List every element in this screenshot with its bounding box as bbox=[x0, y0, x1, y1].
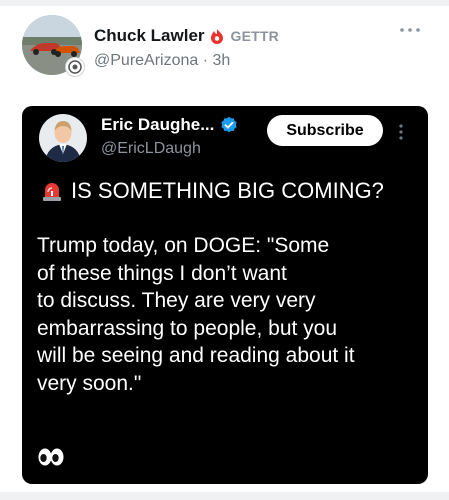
avatar-badge-icon bbox=[65, 57, 85, 77]
author-handle[interactable]: @PureArizona bbox=[94, 52, 198, 69]
author-name-row[interactable]: Chuck Lawler GETTR bbox=[94, 26, 279, 46]
platform-tag: GETTR bbox=[230, 28, 279, 44]
more-options-button[interactable] bbox=[398, 22, 422, 38]
ellipsis-icon bbox=[400, 28, 420, 32]
subscribe-button: Subscribe bbox=[267, 115, 383, 146]
author-name[interactable]: Chuck Lawler bbox=[94, 26, 205, 46]
author-meta: @PureArizona · 3h bbox=[94, 52, 230, 70]
eyes-emoji-icon bbox=[37, 446, 65, 473]
verified-badge-icon bbox=[220, 116, 238, 134]
alert-text: IS SOMETHING BIG COMING? bbox=[71, 178, 384, 203]
embedded-author-handle: @EricLDaugh bbox=[101, 140, 201, 157]
siren-icon bbox=[41, 180, 63, 202]
embedded-more-icon bbox=[396, 122, 406, 142]
embedded-author-avatar[interactable] bbox=[39, 114, 87, 162]
top-divider bbox=[0, 0, 449, 6]
embedded-post-card[interactable]: Eric Daughe... @EricLDaugh Subscribe IS … bbox=[22, 106, 428, 484]
embedded-body-text: Trump today, on DOGE: "Some of these thi… bbox=[37, 234, 355, 395]
post-time[interactable]: 3h bbox=[213, 52, 231, 69]
embedded-author-name-row: Eric Daughe... bbox=[101, 115, 238, 135]
embedded-author-name: Eric Daughe... bbox=[101, 115, 215, 134]
meta-separator: · bbox=[202, 52, 209, 69]
alert-headline: IS SOMETHING BIG COMING? bbox=[41, 178, 384, 204]
bottom-divider bbox=[0, 492, 449, 500]
gettr-logo-icon bbox=[209, 28, 225, 44]
